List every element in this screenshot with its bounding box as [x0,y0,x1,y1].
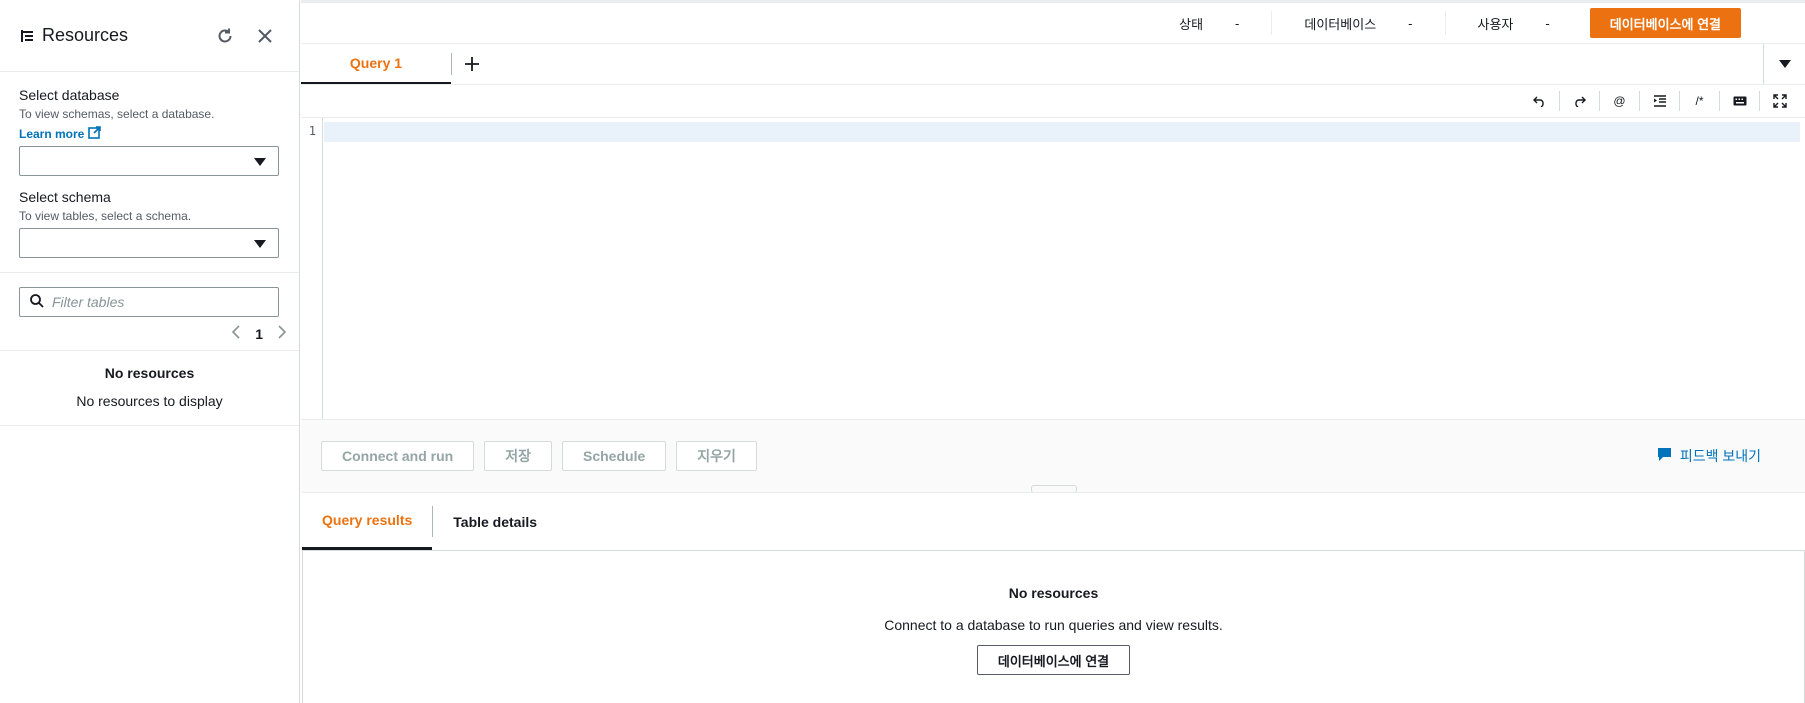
select-schema-label: Select schema [19,189,111,205]
chevron-down-icon [254,158,266,166]
refresh-icon[interactable] [211,22,239,50]
status-item-user: 사용자 - [1444,11,1582,35]
select-schema-section: Select schema To view tables, select a s… [0,176,299,272]
select-database-label: Select database [19,87,120,103]
empty-resources-title: No resources [104,365,195,381]
line-number: 1 [308,124,316,138]
status-value: - [1545,15,1550,31]
resources-title: Resources [42,25,129,45]
caret-down-icon [1778,60,1791,68]
select-database-section: Select database To view schemas, select … [0,72,299,176]
external-link-icon [88,126,102,142]
feedback-label: 피드백 보내기 [1679,448,1761,464]
learn-more-link[interactable]: Learn more [19,126,102,142]
active-line-highlight [324,122,1800,142]
connect-and-run-button[interactable]: Connect and run [321,441,475,471]
results-empty-state: No resources Connect to a database to ru… [302,551,1805,703]
editor-toolbar: @ /* [301,85,1805,118]
chevron-right-icon[interactable] [277,325,287,342]
status-value: - [1235,15,1240,31]
chevron-down-icon [254,240,266,248]
variable-icon[interactable]: @ [1599,91,1639,111]
results-panel: Query results Table details No resources… [302,492,1805,703]
connect-database-button-secondary[interactable]: 데이터베이스에 연결 [976,645,1131,675]
resources-tree-icon [20,27,38,45]
sql-editor[interactable]: 1 [301,118,1805,420]
filter-section [0,273,299,317]
query-actions-bar: Connect and run 저장 Schedule 지우기 피드백 보내기 [301,420,1805,492]
plus-icon [465,57,479,71]
select-schema-description: To view tables, select a schema. [19,209,192,223]
close-icon[interactable] [251,22,279,50]
resources-panel: Resources Select database To view schema… [0,0,300,703]
format-indent-icon[interactable] [1639,91,1679,111]
editor-tab-bar: Query 1 [301,44,1805,85]
empty-resources: No resources No resources to display [0,351,299,426]
status-item-database: 데이터베이스 - [1271,11,1444,35]
results-empty-message: Connect to a database to run queries and… [884,617,1223,633]
line-numbers: 1 [301,118,323,419]
save-button[interactable]: 저장 [484,441,552,471]
status-label: 사용자 [1477,16,1514,32]
tab-query-1[interactable]: Query 1 [301,44,451,84]
status-item-state: 상태 - [1147,11,1271,35]
tab-query-results[interactable]: Query results [302,493,433,550]
filter-tables-field[interactable] [19,287,279,317]
results-tab-bar: Query results Table details [302,493,1805,551]
connection-status-bar: 상태 - 데이터베이스 - 사용자 - 데이터베이스에 연결 [301,0,1805,44]
search-icon [30,293,44,311]
comment-icon[interactable]: /* [1679,91,1719,111]
keyboard-icon[interactable] [1719,91,1759,111]
feedback-icon [1657,447,1672,465]
pagination: 1 [0,317,299,350]
results-empty-title: No resources [1008,585,1099,601]
status-value: - [1408,15,1413,31]
chevron-left-icon[interactable] [231,325,241,342]
status-label: 상태 [1179,16,1204,32]
select-database-description: To view schemas, select a database. [19,107,215,121]
database-select[interactable] [19,146,279,176]
fullscreen-icon[interactable] [1759,91,1799,111]
empty-resources-message: No resources to display [76,393,223,409]
filter-tables-input[interactable] [52,294,252,310]
redo-icon[interactable] [1559,91,1599,111]
learn-more-label: Learn more [19,127,85,141]
schema-select[interactable] [19,228,279,258]
schedule-button[interactable]: Schedule [562,441,667,471]
status-label: 데이터베이스 [1304,16,1377,32]
tab-table-details[interactable]: Table details [433,493,557,550]
clear-button[interactable]: 지우기 [676,441,757,471]
tab-list-dropdown[interactable] [1763,44,1805,84]
add-tab-button[interactable] [452,44,492,84]
query-editor-main: 상태 - 데이터베이스 - 사용자 - 데이터베이스에 연결 Query 1 @ [301,0,1805,703]
resources-header: Resources [0,0,299,72]
feedback-link[interactable]: 피드백 보내기 [1657,446,1761,466]
page-number[interactable]: 1 [255,326,263,342]
connect-database-button[interactable]: 데이터베이스에 연결 [1589,8,1741,38]
undo-icon[interactable] [1519,91,1559,111]
